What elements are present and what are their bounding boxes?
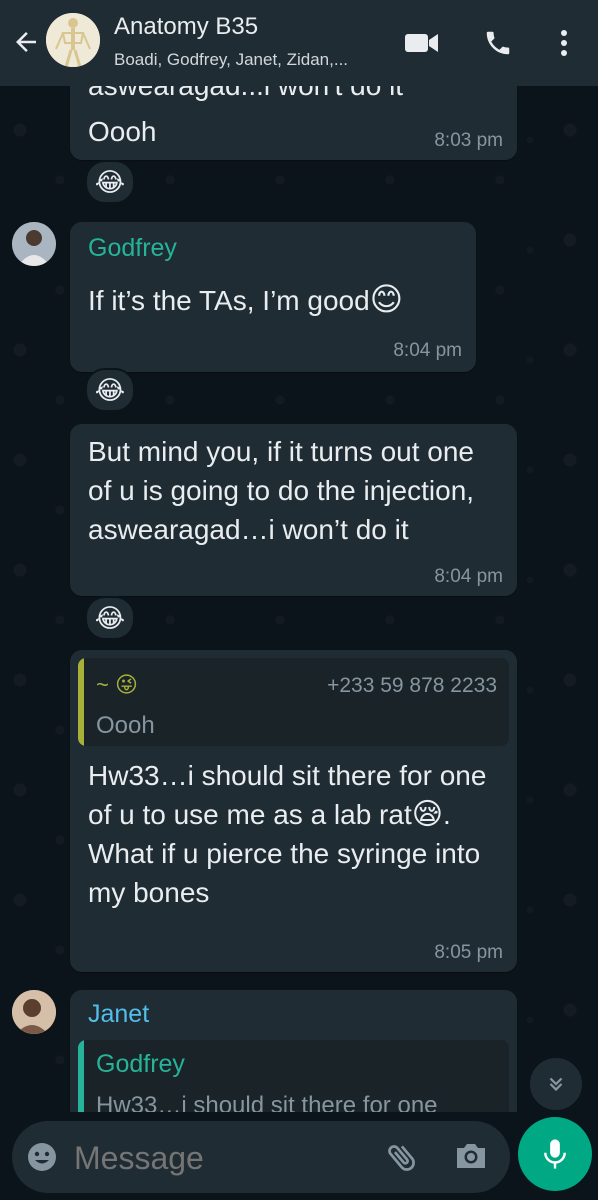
back-arrow-icon [16, 32, 36, 52]
message-text: But mind you, if it turns out one of u i… [88, 436, 475, 545]
video-call-button[interactable] [404, 26, 440, 60]
more-options-icon [561, 30, 567, 56]
message-time: 8:03 pm [434, 130, 503, 151]
quote-phone: +233 59 878 2233 [327, 674, 497, 697]
message-bubble[interactable]: But mind you, if it turns out one of u i… [70, 424, 517, 596]
voice-call-button[interactable] [480, 26, 516, 60]
emoji-icon [28, 1143, 56, 1171]
message-composer [12, 1121, 510, 1193]
chat-title[interactable]: Anatomy B35 [114, 13, 258, 41]
quoted-message[interactable]: ~ 😜 +233 59 878 2233 Oooh [78, 658, 509, 746]
message-bubble[interactable]: ~ 😜 +233 59 878 2233 Oooh Hw33…i should … [70, 650, 517, 972]
laughing-emoji: 😂 [94, 602, 126, 633]
phone-icon [486, 31, 510, 55]
sender-name[interactable]: Godfrey [88, 234, 177, 263]
chat-participants[interactable]: Boadi, Godfrey, Janet, Zidan,... [114, 50, 348, 70]
quote-accent-bar [78, 658, 84, 746]
video-call-icon [405, 34, 438, 52]
scroll-down-icon [549, 1077, 563, 1092]
message-text: Hw33…i should sit there for one of u to … [88, 756, 503, 912]
message-bubble[interactable]: Godfrey If it’s the TAs, I’m good😊 8:04 … [70, 222, 476, 372]
quote-accent-bar [78, 1040, 84, 1120]
message-time: 8:04 pm [393, 340, 462, 361]
attach-button[interactable] [384, 1139, 420, 1175]
smiling-emoji: 😊 [369, 281, 404, 317]
sender-avatar[interactable] [12, 222, 56, 266]
group-avatar[interactable] [46, 13, 100, 67]
voice-message-button[interactable] [518, 1117, 592, 1191]
quote-author: ~ 😜 [96, 672, 138, 697]
quoted-message[interactable]: Godfrey Hw33…i should sit there for one [78, 1040, 509, 1120]
message-input[interactable] [72, 1135, 376, 1181]
message-text: Oooh [88, 116, 157, 147]
chat-header: Anatomy B35 Boadi, Godfrey, Janet, Zidan… [0, 0, 598, 86]
quote-text: Oooh [96, 712, 155, 739]
camera-icon [457, 1144, 485, 1168]
message-text: If it’s the TAs, I’m good [88, 285, 370, 316]
mic-icon [544, 1139, 566, 1169]
message-bubble[interactable]: Janet Godfrey Hw33…i should sit there fo… [70, 990, 517, 1120]
emoji-button[interactable] [26, 1141, 58, 1173]
skeleton-image [46, 13, 100, 67]
laughing-emoji: 😂 [94, 166, 126, 197]
scroll-to-bottom-button[interactable] [530, 1058, 582, 1110]
reaction-badge[interactable]: 😂 [85, 596, 135, 640]
reaction-badge[interactable]: 😂 [85, 368, 135, 412]
back-button[interactable] [8, 22, 44, 62]
quote-author: Godfrey [96, 1050, 185, 1078]
reaction-badge[interactable]: 😂 [85, 160, 135, 204]
laughing-emoji: 😂 [94, 374, 126, 405]
person-photo [12, 222, 56, 266]
sender-avatar[interactable] [12, 990, 56, 1034]
more-options-button[interactable] [546, 26, 582, 60]
attach-icon [388, 1145, 415, 1171]
camera-button[interactable] [454, 1141, 490, 1173]
sleepy-emoji: 😪 [411, 798, 444, 831]
message-time: 8:05 pm [434, 942, 503, 963]
sender-name[interactable]: Janet [88, 1000, 149, 1029]
message-time: 8:04 pm [434, 566, 503, 587]
person-photo [12, 990, 56, 1034]
